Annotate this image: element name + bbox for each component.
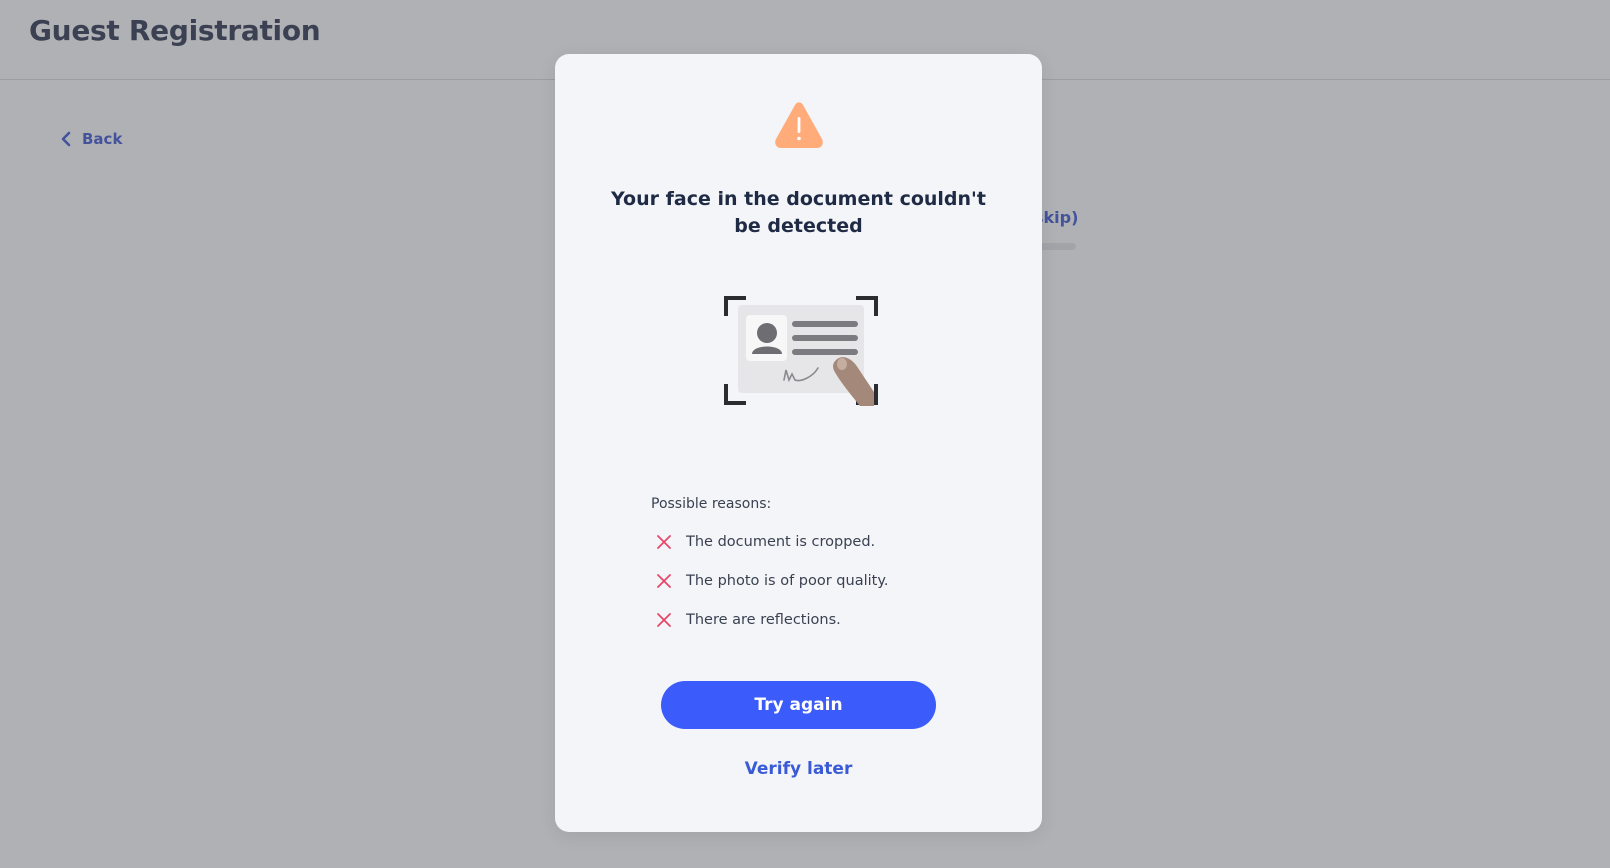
dialog-title: Your face in the document couldn't be de… xyxy=(611,188,986,237)
reason-text: The photo is of poor quality. xyxy=(686,573,889,589)
close-icon xyxy=(657,535,671,549)
reason-text: There are reflections. xyxy=(686,612,841,628)
reasons-list: Possible reasons: The document is croppe… xyxy=(651,494,971,648)
close-icon xyxy=(657,613,671,627)
reason-text: The document is cropped. xyxy=(686,534,876,550)
reason-item: The document is cropped. xyxy=(651,531,971,553)
warning-triangle-icon xyxy=(775,102,823,148)
reasons-title: Possible reasons: xyxy=(651,496,772,512)
close-icon xyxy=(657,574,671,588)
reason-item: There are reflections. xyxy=(651,609,971,631)
error-dialog: Your face in the document couldn't be de… xyxy=(555,54,1042,832)
try-again-button[interactable]: Try again xyxy=(661,681,936,729)
verify-later-link[interactable]: Verify later xyxy=(661,759,936,779)
reason-item: The photo is of poor quality. xyxy=(651,570,971,592)
id-card-scan-illustration xyxy=(724,296,878,406)
